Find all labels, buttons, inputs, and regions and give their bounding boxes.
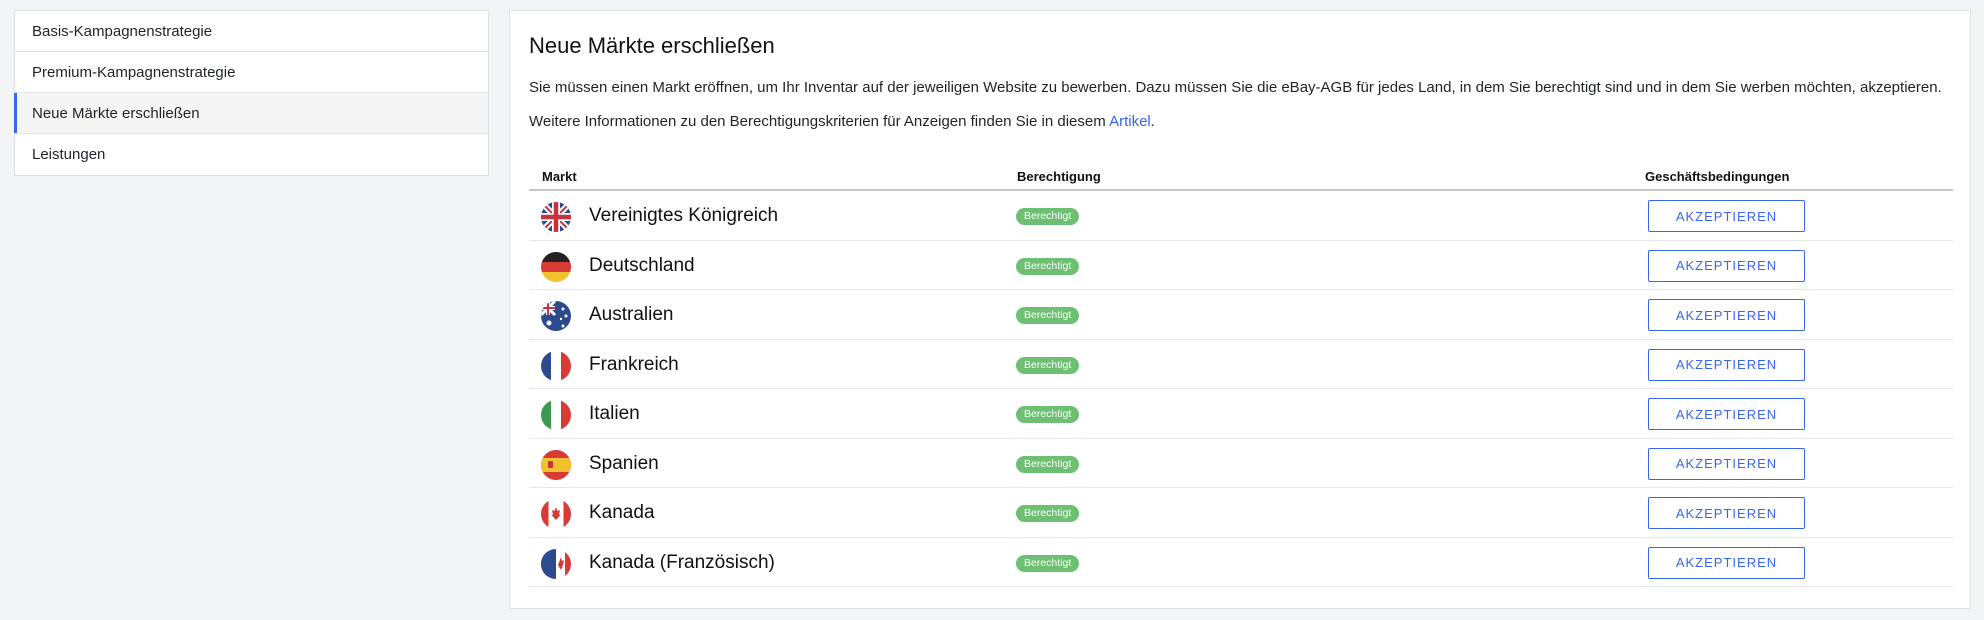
table-row: Italien Berechtigt AKZEPTIEREN: [529, 389, 1953, 439]
markets-table: Markt Berechtigung Geschäftsbedingungen …: [529, 163, 1953, 587]
sidebar-item-label: Premium-Kampagnenstrategie: [32, 63, 236, 81]
header-market: Markt: [542, 169, 577, 184]
status-badge: Berechtigt: [1016, 208, 1080, 225]
market-name: Frankreich: [589, 353, 679, 375]
table-row: Deutschland Berechtigt AKZEPTIEREN: [529, 241, 1953, 290]
sidebar-item-new-markets[interactable]: Neue Märkte erschließen: [14, 93, 488, 134]
france-flag-icon: [541, 350, 571, 381]
italy-flag-icon: [541, 400, 571, 430]
status-badge: Berechtigt: [1016, 554, 1080, 572]
status-badge: Berechtigt: [1016, 406, 1080, 423]
market-name: Kanada (Französisch): [589, 551, 775, 573]
spain-flag-icon: [541, 449, 571, 480]
article-link[interactable]: Artikel: [1109, 113, 1151, 130]
market-name: Kanada: [589, 502, 655, 523]
accept-button[interactable]: AKZEPTIEREN: [1648, 348, 1805, 381]
accept-button[interactable]: AKZEPTIEREN: [1648, 447, 1805, 480]
market-name: Deutschland: [589, 254, 695, 276]
sidebar-nav: Basis-Kampagnenstrategie Premium-Kampagn…: [14, 10, 489, 176]
sidebar-item-basis-strategy[interactable]: Basis-Kampagnenstrategie: [15, 11, 488, 52]
sidebar-item-premium-strategy[interactable]: Premium-Kampagnenstrategie: [15, 52, 488, 93]
sidebar-item-label: Leistungen: [32, 146, 106, 163]
table-row: Vereinigtes Königreich Berechtigt AKZEPT…: [529, 191, 1953, 241]
main-panel: Neue Märkte erschließen Sie müssen einen…: [509, 10, 1971, 609]
market-name: Spanien: [589, 452, 659, 474]
info-suffix: .: [1150, 113, 1155, 130]
header-terms: Geschäftsbedingungen: [1645, 169, 1790, 184]
status-badge: Berechtigt: [1016, 455, 1080, 473]
table-row: Spanien Berechtigt AKZEPTIEREN: [529, 439, 1953, 488]
accept-button[interactable]: AKZEPTIEREN: [1648, 546, 1805, 579]
market-name: Vereinigtes Königreich: [589, 205, 779, 226]
sidebar-item-label: Basis-Kampagnenstrategie: [32, 22, 213, 40]
header-eligibility: Berechtigung: [1017, 169, 1101, 184]
canada-flag-icon: [541, 499, 571, 529]
info-text: Weitere Informationen zu den Berechtigun…: [529, 113, 1110, 130]
page-title: Neue Märkte erschließen: [529, 33, 775, 58]
table-header: Markt Berechtigung Geschäftsbedingungen: [529, 163, 1953, 191]
table-row: Kanada (Französisch) Berechtigt AKZEPTIE…: [529, 538, 1953, 587]
table-row: Frankreich Berechtigt AKZEPTIEREN: [529, 340, 1953, 389]
sidebar-item-performance[interactable]: Leistungen: [15, 134, 488, 175]
status-badge: Berechtigt: [1016, 356, 1080, 374]
australia-flag-icon: [541, 301, 571, 331]
table-row: Kanada Berechtigt AKZEPTIEREN: [529, 488, 1953, 538]
accept-button[interactable]: AKZEPTIEREN: [1648, 200, 1805, 232]
accept-button[interactable]: AKZEPTIEREN: [1648, 299, 1805, 331]
sidebar-item-label: Neue Märkte erschließen: [32, 104, 200, 122]
accept-button[interactable]: AKZEPTIEREN: [1648, 497, 1805, 529]
uk-flag-icon: [541, 202, 571, 232]
market-name: Italien: [589, 403, 640, 424]
table-row: Australien Berechtigt AKZEPTIEREN: [529, 290, 1953, 340]
intro-paragraph: Sie müssen einen Markt eröffnen, um Ihr …: [529, 79, 1942, 96]
status-badge: Berechtigt: [1016, 307, 1080, 324]
market-name: Australien: [589, 304, 674, 325]
canada-france-flag-icon: [541, 548, 571, 579]
germany-flag-icon: [541, 251, 571, 282]
status-badge: Berechtigt: [1016, 257, 1080, 275]
status-badge: Berechtigt: [1016, 505, 1080, 522]
info-paragraph: Weitere Informationen zu den Berechtigun…: [529, 113, 1155, 130]
accept-button[interactable]: AKZEPTIEREN: [1648, 398, 1805, 430]
accept-button[interactable]: AKZEPTIEREN: [1648, 249, 1805, 282]
